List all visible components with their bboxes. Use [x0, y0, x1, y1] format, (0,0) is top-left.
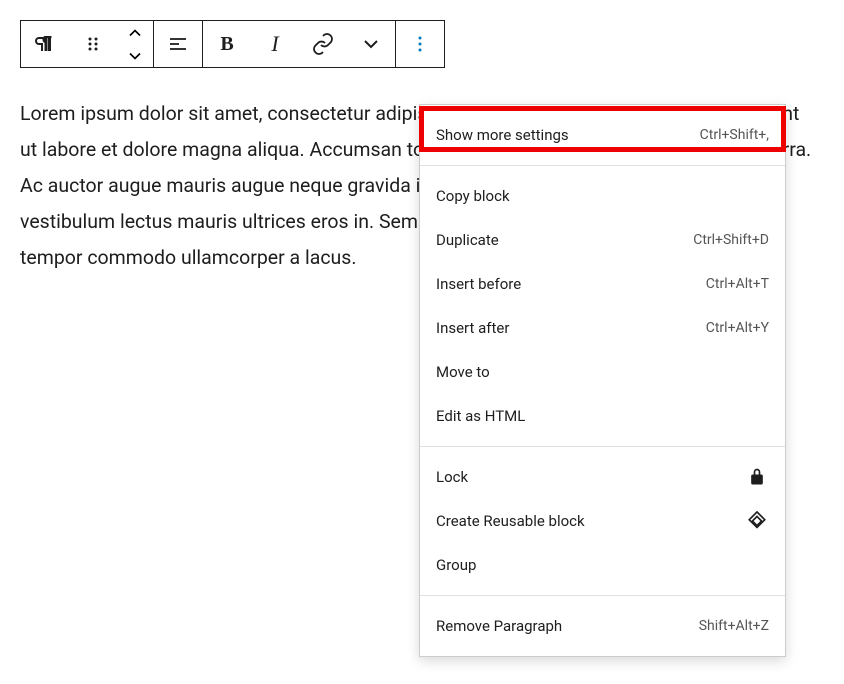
paragraph-block-button[interactable]	[21, 21, 69, 67]
menu-copy-block[interactable]: Copy block	[420, 174, 785, 218]
toolbar-group-more	[396, 21, 444, 67]
menu-show-more-settings[interactable]: Show more settings Ctrl+Shift+,	[420, 113, 785, 157]
more-format-button[interactable]	[347, 21, 395, 67]
menu-label: Insert after	[436, 319, 509, 337]
drag-icon	[81, 32, 105, 56]
toolbar-group-block	[21, 21, 154, 67]
menu-insert-after[interactable]: Insert after Ctrl+Alt+Y	[420, 306, 785, 350]
menu-label: Edit as HTML	[436, 407, 525, 425]
chevron-down-icon	[359, 32, 383, 56]
menu-shortcut: Shift+Alt+Z	[699, 618, 769, 634]
menu-shortcut: Ctrl+Alt+Y	[706, 320, 769, 336]
align-button[interactable]	[154, 21, 202, 67]
menu-label: Copy block	[436, 187, 510, 205]
dropdown-group-3: Lock Create Reusable block Group	[420, 447, 785, 596]
move-up-button[interactable]	[117, 21, 153, 44]
more-vertical-icon	[408, 32, 432, 56]
menu-shortcut: Ctrl+Alt+T	[706, 276, 769, 292]
link-button[interactable]	[299, 21, 347, 67]
menu-label: Group	[436, 556, 476, 574]
pilcrow-icon	[33, 32, 57, 56]
menu-label: Duplicate	[436, 231, 499, 249]
drag-handle-button[interactable]	[69, 21, 117, 67]
menu-shortcut: Ctrl+Shift+D	[693, 232, 769, 248]
menu-insert-before[interactable]: Insert before Ctrl+Alt+T	[420, 262, 785, 306]
menu-lock[interactable]: Lock	[420, 455, 785, 499]
menu-label: Lock	[436, 468, 468, 486]
menu-label: Move to	[436, 363, 490, 381]
link-icon	[311, 32, 335, 56]
dropdown-group-4: Remove Paragraph Shift+Alt+Z	[420, 596, 785, 656]
italic-icon: I	[271, 31, 278, 57]
menu-label: Insert before	[436, 275, 521, 293]
block-options-dropdown: Show more settings Ctrl+Shift+, Copy blo…	[419, 104, 786, 657]
toolbar-group-align	[154, 21, 203, 67]
bold-icon: B	[220, 33, 233, 56]
bold-button[interactable]: B	[203, 21, 251, 67]
align-left-icon	[166, 32, 190, 56]
move-down-button[interactable]	[117, 44, 153, 67]
more-options-button[interactable]	[396, 21, 444, 67]
chevron-up-icon	[125, 23, 145, 43]
menu-create-reusable-block[interactable]: Create Reusable block	[420, 499, 785, 543]
menu-label: Remove Paragraph	[436, 617, 562, 635]
menu-label: Create Reusable block	[436, 512, 585, 530]
menu-move-to[interactable]: Move to	[420, 350, 785, 394]
block-toolbar: B I	[20, 20, 445, 68]
menu-shortcut: Ctrl+Shift+,	[700, 127, 769, 143]
dropdown-group-1: Show more settings Ctrl+Shift+,	[420, 105, 785, 166]
menu-label: Show more settings	[436, 126, 569, 144]
chevron-down-icon	[125, 46, 145, 66]
menu-duplicate[interactable]: Duplicate Ctrl+Shift+D	[420, 218, 785, 262]
move-buttons	[117, 21, 153, 67]
toolbar-group-format: B I	[203, 21, 396, 67]
menu-remove-paragraph[interactable]: Remove Paragraph Shift+Alt+Z	[420, 604, 785, 648]
dropdown-group-2: Copy block Duplicate Ctrl+Shift+D Insert…	[420, 166, 785, 447]
italic-button[interactable]: I	[251, 21, 299, 67]
menu-group[interactable]: Group	[420, 543, 785, 587]
menu-edit-as-html[interactable]: Edit as HTML	[420, 394, 785, 438]
reusable-icon	[745, 509, 769, 533]
lock-icon	[745, 465, 769, 489]
empty-icon	[745, 553, 769, 577]
